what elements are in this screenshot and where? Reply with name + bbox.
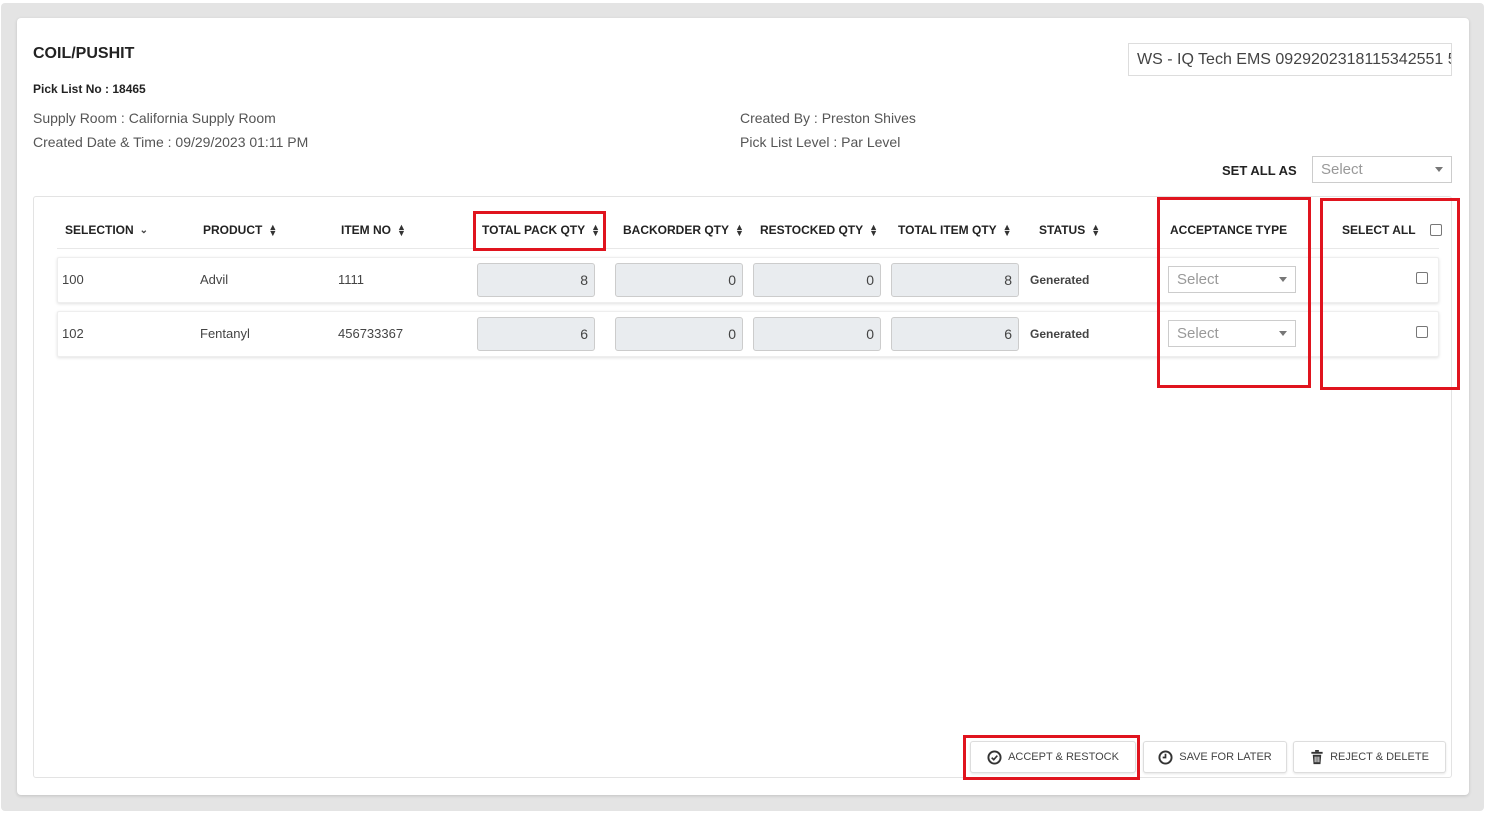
- col-item-no-label: ITEM NO: [341, 223, 391, 237]
- created-date: Created Date & Time : 09/29/2023 01:11 P…: [33, 134, 308, 150]
- sort-icon: ▲ ▼: [1091, 222, 1101, 238]
- sort-icon: ▲ ▼: [1002, 222, 1012, 238]
- sort-icon: ▲ ▼: [397, 222, 406, 238]
- col-status[interactable]: STATUS ▲ ▼: [1039, 222, 1101, 238]
- col-selection[interactable]: SELECTION ⌄: [65, 223, 148, 237]
- backorder-qty-field: 0: [615, 317, 743, 351]
- set-all-select[interactable]: Select: [1312, 156, 1452, 183]
- trash-icon: [1311, 749, 1323, 764]
- col-total-item-qty[interactable]: TOTAL ITEM QTY ▲ ▼: [898, 222, 1012, 238]
- sort-icon: ▲ ▼: [735, 222, 744, 238]
- supply-room-value: California Supply Room: [128, 110, 276, 126]
- highlight-acceptance-type: [1157, 197, 1311, 388]
- cell-item-no: 1111: [338, 272, 365, 287]
- col-backorder-qty-label: BACKORDER QTY: [623, 223, 730, 237]
- restocked-qty-field: 0: [753, 317, 881, 351]
- pick-list-value: 18465: [112, 82, 146, 96]
- set-all-select-value: Select: [1321, 161, 1363, 178]
- dropdown-caret-icon: [1435, 167, 1443, 172]
- chevron-down-icon: ⌄: [139, 224, 149, 236]
- col-restocked-qty[interactable]: RESTOCKED QTY ▲ ▼: [760, 222, 879, 238]
- created-by-label: Created By :: [740, 110, 822, 126]
- col-restocked-qty-label: RESTOCKED QTY: [760, 223, 864, 237]
- cell-product: Fentanyl: [200, 326, 250, 341]
- total-item-qty-field: 8: [891, 263, 1019, 297]
- save-for-later-button[interactable]: SAVE FOR LATER: [1143, 741, 1287, 773]
- page-title: COIL/PUSHIT: [33, 45, 135, 62]
- pick-list-number: Pick List No : 18465: [33, 82, 146, 96]
- supply-room: Supply Room : California Supply Room: [33, 110, 276, 126]
- highlight-total-pack-qty: [473, 211, 606, 251]
- col-selection-label: SELECTION: [65, 223, 134, 237]
- created-date-value: 09/29/2023 01:11 PM: [175, 134, 309, 150]
- sort-icon: ▲ ▼: [869, 222, 879, 238]
- highlight-select-all: [1320, 198, 1460, 390]
- set-all-label: SET ALL AS: [1222, 163, 1297, 178]
- col-product-label: PRODUCT: [203, 223, 263, 237]
- col-status-label: STATUS: [1039, 223, 1086, 237]
- cell-product: Advil: [200, 272, 229, 287]
- col-total-item-qty-label: TOTAL ITEM QTY: [898, 223, 997, 237]
- cell-selection: 102: [62, 326, 84, 341]
- col-product[interactable]: PRODUCT ▲ ▼: [203, 222, 278, 238]
- highlight-accept-restock: [963, 735, 1140, 780]
- level-value: Par Level: [841, 134, 901, 150]
- clock-icon: [1158, 749, 1173, 765]
- pick-list-label: Pick List No :: [33, 82, 113, 96]
- col-backorder-qty[interactable]: BACKORDER QTY ▲ ▼: [623, 222, 744, 238]
- col-item-no[interactable]: ITEM NO ▲ ▼: [341, 222, 406, 238]
- total-pack-qty-field: 6: [477, 317, 595, 351]
- created-date-label: Created Date & Time :: [33, 134, 176, 150]
- pick-list-level: Pick List Level : Par Level: [740, 134, 900, 150]
- total-item-qty-field: 6: [891, 317, 1019, 351]
- restocked-qty-field: 0: [753, 263, 881, 297]
- supply-room-label: Supply Room :: [33, 110, 129, 126]
- cell-item-no: 456733367: [338, 326, 404, 341]
- total-pack-qty-field: 8: [477, 263, 595, 297]
- sort-icon: ▲ ▼: [268, 222, 278, 238]
- created-by-value: Preston Shives: [821, 110, 916, 126]
- status-badge: Generated: [1030, 273, 1090, 287]
- cell-selection: 100: [62, 272, 84, 287]
- backorder-qty-field: 0: [615, 263, 743, 297]
- status-badge: Generated: [1030, 327, 1090, 341]
- reject-delete-button[interactable]: REJECT & DELETE: [1293, 741, 1446, 773]
- reject-delete-label: REJECT & DELETE: [1330, 751, 1429, 763]
- save-for-later-label: SAVE FOR LATER: [1179, 751, 1272, 763]
- workstation-field[interactable]: WS - IQ Tech EMS 0929202318115342551 5: [1128, 43, 1452, 76]
- created-by: Created By : Preston Shives: [740, 110, 916, 126]
- level-label: Pick List Level :: [740, 134, 842, 150]
